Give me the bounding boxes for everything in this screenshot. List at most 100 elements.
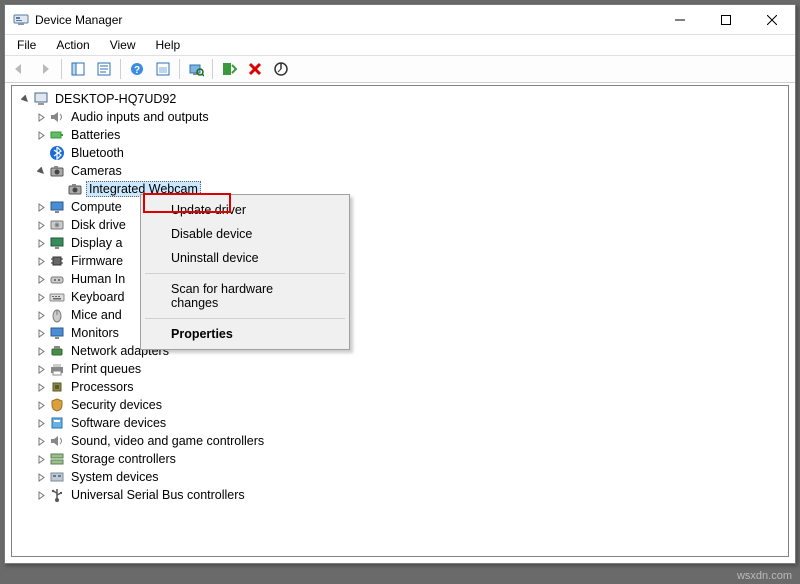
menu-file[interactable]: File bbox=[9, 36, 44, 54]
help-button[interactable]: ? bbox=[125, 57, 149, 81]
expand-icon[interactable] bbox=[34, 434, 48, 448]
expand-icon[interactable] bbox=[34, 254, 48, 268]
expand-icon[interactable] bbox=[34, 272, 48, 286]
ctx-disable-device[interactable]: Disable device bbox=[143, 222, 347, 246]
printer-icon bbox=[49, 361, 65, 377]
expand-icon[interactable] bbox=[34, 308, 48, 322]
tree-label: Processors bbox=[68, 379, 137, 395]
maximize-button[interactable] bbox=[703, 5, 749, 35]
security-icon bbox=[49, 397, 65, 413]
expand-icon[interactable] bbox=[34, 344, 48, 358]
tree-category[interactable]: Human In bbox=[12, 270, 788, 288]
expand-icon[interactable] bbox=[18, 92, 32, 106]
battery-icon bbox=[49, 127, 65, 143]
expand-icon[interactable] bbox=[34, 488, 48, 502]
action-button[interactable] bbox=[151, 57, 175, 81]
menu-action[interactable]: Action bbox=[48, 36, 97, 54]
nav-back-button[interactable] bbox=[7, 57, 31, 81]
window-title: Device Manager bbox=[35, 13, 122, 27]
tree-label: Display a bbox=[68, 235, 125, 251]
tree-category[interactable]: Mice and bbox=[12, 306, 788, 324]
ctx-properties[interactable]: Properties bbox=[143, 322, 347, 346]
update-driver-button[interactable] bbox=[217, 57, 241, 81]
tree-label: Universal Serial Bus controllers bbox=[68, 487, 248, 503]
expand-icon[interactable] bbox=[34, 380, 48, 394]
tree-category[interactable]: Software devices bbox=[12, 414, 788, 432]
tree-category[interactable]: Sound, video and game controllers bbox=[12, 432, 788, 450]
tree-category[interactable]: Batteries bbox=[12, 126, 788, 144]
system-icon bbox=[49, 469, 65, 485]
expand-icon[interactable] bbox=[34, 236, 48, 250]
expand-icon[interactable] bbox=[34, 218, 48, 232]
tree-category[interactable]: Network adapters bbox=[12, 342, 788, 360]
tree-category[interactable]: Print queues bbox=[12, 360, 788, 378]
ctx-update-driver[interactable]: Update driver bbox=[143, 198, 347, 222]
toolbar-divider bbox=[212, 59, 213, 79]
tree-category[interactable]: Cameras bbox=[12, 162, 788, 180]
expand-icon[interactable] bbox=[34, 128, 48, 142]
menu-view[interactable]: View bbox=[102, 36, 144, 54]
uninstall-button[interactable] bbox=[243, 57, 267, 81]
toolbar-divider bbox=[61, 59, 62, 79]
expand-icon[interactable] bbox=[34, 416, 48, 430]
expand-icon[interactable] bbox=[34, 164, 48, 178]
tree-category[interactable]: Audio inputs and outputs bbox=[12, 108, 788, 126]
tree-label: Security devices bbox=[68, 397, 165, 413]
expand-icon[interactable] bbox=[34, 146, 48, 160]
expand-icon[interactable] bbox=[34, 290, 48, 304]
expand-icon[interactable] bbox=[34, 398, 48, 412]
tree-category[interactable]: Display a bbox=[12, 234, 788, 252]
tree-category[interactable]: System devices bbox=[12, 468, 788, 486]
tree-category[interactable]: Bluetooth bbox=[12, 144, 788, 162]
app-icon bbox=[13, 12, 29, 28]
tree-root[interactable]: DESKTOP-HQ7UD92 bbox=[12, 90, 788, 108]
expand-icon[interactable] bbox=[34, 200, 48, 214]
tree-category[interactable]: Firmware bbox=[12, 252, 788, 270]
separator bbox=[145, 318, 345, 319]
tree-label: Batteries bbox=[68, 127, 123, 143]
speaker-icon bbox=[49, 109, 65, 125]
tree-label: Audio inputs and outputs bbox=[68, 109, 212, 125]
expand-icon[interactable] bbox=[34, 362, 48, 376]
tree-label: Print queues bbox=[68, 361, 144, 377]
tree-category[interactable]: Security devices bbox=[12, 396, 788, 414]
bluetooth-icon bbox=[49, 145, 65, 161]
disk-icon bbox=[49, 217, 65, 233]
toolbar: ? bbox=[5, 55, 795, 83]
properties-button[interactable] bbox=[92, 57, 116, 81]
device-manager-window: Device Manager File Action View Help ? D… bbox=[4, 4, 796, 564]
expand-icon[interactable] bbox=[34, 326, 48, 340]
ctx-uninstall-device[interactable]: Uninstall device bbox=[143, 246, 347, 270]
titlebar[interactable]: Device Manager bbox=[5, 5, 795, 35]
close-button[interactable] bbox=[749, 5, 795, 35]
device-tree[interactable]: DESKTOP-HQ7UD92Audio inputs and outputs B… bbox=[11, 85, 789, 557]
nav-forward-button[interactable] bbox=[33, 57, 57, 81]
show-hide-tree-button[interactable] bbox=[66, 57, 90, 81]
tree-category[interactable]: Keyboard bbox=[12, 288, 788, 306]
tree-device[interactable]: Integrated Webcam bbox=[12, 180, 788, 198]
tree-category[interactable]: Universal Serial Bus controllers bbox=[12, 486, 788, 504]
menubar: File Action View Help bbox=[5, 35, 795, 55]
chip-icon bbox=[49, 253, 65, 269]
menu-help[interactable]: Help bbox=[148, 36, 189, 54]
disable-button[interactable] bbox=[269, 57, 293, 81]
tree-category[interactable]: Processors bbox=[12, 378, 788, 396]
expand-icon[interactable] bbox=[34, 470, 48, 484]
mouse-icon bbox=[49, 307, 65, 323]
tree-label: Firmware bbox=[68, 253, 126, 269]
tree-category[interactable]: Disk drive bbox=[12, 216, 788, 234]
tree-label: Monitors bbox=[68, 325, 122, 341]
tree-label: Disk drive bbox=[68, 217, 129, 233]
tree-category[interactable]: Storage controllers bbox=[12, 450, 788, 468]
monitor-icon bbox=[49, 199, 65, 215]
minimize-button[interactable] bbox=[657, 5, 703, 35]
monitor-icon bbox=[49, 325, 65, 341]
tree-category[interactable]: Monitors bbox=[12, 324, 788, 342]
expand-icon[interactable] bbox=[34, 110, 48, 124]
expand-icon[interactable] bbox=[34, 452, 48, 466]
scan-hardware-button[interactable] bbox=[184, 57, 208, 81]
ctx-scan-hardware[interactable]: Scan for hardware changes bbox=[143, 277, 347, 315]
tree-category[interactable]: Compute bbox=[12, 198, 788, 216]
computer-icon bbox=[33, 91, 49, 107]
display-icon bbox=[49, 235, 65, 251]
